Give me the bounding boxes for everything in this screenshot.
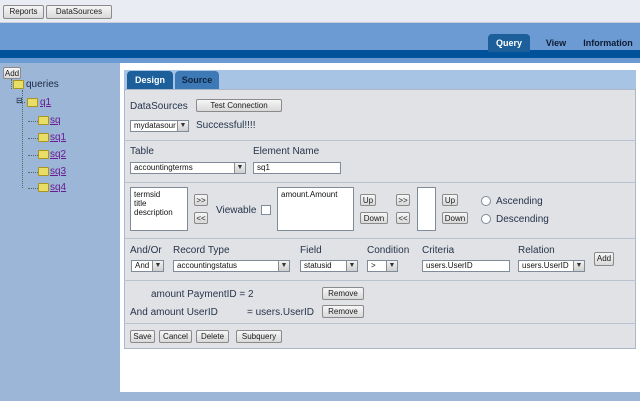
folder-icon: [38, 133, 49, 142]
delete-button[interactable]: Delete: [196, 330, 229, 343]
tree-node-sq2[interactable]: sq2: [50, 149, 66, 160]
element-name-label: Element Name: [253, 146, 320, 157]
cancel-button[interactable]: Cancel: [159, 330, 192, 343]
list-item[interactable]: termsid: [134, 190, 184, 199]
tree-add-button[interactable]: Add: [3, 67, 21, 79]
nav-tab-query[interactable]: Query: [488, 34, 530, 52]
sidebar-tree: [0, 63, 120, 401]
record-type-select[interactable]: accountingstatus ▼: [173, 260, 290, 272]
section-divider: [124, 182, 636, 183]
move-right-button[interactable]: >>: [194, 194, 208, 206]
chevron-down-icon: ▼: [152, 261, 163, 271]
condition-label: Condition: [367, 245, 410, 256]
tree-node-sq[interactable]: sq: [50, 115, 61, 126]
column-up-button[interactable]: Up: [360, 194, 376, 206]
order-right-button[interactable]: >>: [396, 194, 410, 206]
relation-select[interactable]: users.UserID ▼: [518, 260, 585, 272]
nav-tab-information[interactable]: Information: [578, 34, 638, 52]
table-select[interactable]: accountingterms ▼: [130, 162, 246, 174]
chevron-down-icon: ▼: [346, 261, 357, 271]
order-by-list[interactable]: [417, 187, 436, 231]
andor-label: And/Or: [130, 245, 162, 256]
tree-node-queries[interactable]: queries: [26, 79, 59, 90]
andor-select[interactable]: And ▼: [131, 260, 164, 272]
folder-icon: [38, 183, 49, 192]
order-up-button[interactable]: Up: [442, 194, 458, 206]
test-connection-button[interactable]: Test Connection: [196, 99, 282, 112]
chevron-down-icon: ▼: [234, 163, 245, 173]
list-item[interactable]: amount.Amount: [281, 190, 350, 199]
viewable-checkbox[interactable]: [261, 205, 271, 215]
chevron-down-icon: ▼: [573, 261, 584, 271]
criteria-label: Criteria: [422, 245, 455, 256]
tree-line: [28, 188, 38, 189]
datasources-label: DataSources: [130, 101, 188, 112]
subquery-button[interactable]: Subquery: [236, 330, 282, 343]
column-down-button[interactable]: Down: [360, 212, 388, 224]
element-name-input[interactable]: sq1: [253, 162, 341, 174]
tab-design[interactable]: Design: [127, 71, 173, 89]
list-item[interactable]: title: [134, 199, 184, 208]
ascending-label: Ascending: [496, 196, 543, 207]
chevron-down-icon: ▼: [386, 261, 397, 271]
section-divider: [124, 140, 636, 141]
save-button[interactable]: Save: [130, 330, 155, 343]
descending-label: Descending: [496, 214, 549, 225]
criteria-input[interactable]: users.UserID: [422, 260, 510, 272]
add-criteria-button[interactable]: Add: [594, 252, 614, 266]
tree-node-sq3[interactable]: sq3: [50, 166, 66, 177]
collapse-icon[interactable]: ⊟: [16, 96, 23, 105]
order-left-button[interactable]: <<: [396, 212, 410, 224]
record-type-label: Record Type: [173, 245, 230, 256]
tab-source[interactable]: Source: [175, 71, 219, 89]
order-down-button[interactable]: Down: [442, 212, 468, 224]
field-select[interactable]: statusid ▼: [300, 260, 358, 272]
tree-line: [11, 79, 12, 89]
connection-status: Successful!!!!: [196, 120, 256, 131]
remove-condition-button[interactable]: Remove: [322, 287, 364, 300]
descending-radio[interactable]: [481, 214, 491, 224]
section-divider: [124, 323, 636, 324]
move-left-button[interactable]: <<: [194, 212, 208, 224]
tree-line: [28, 121, 38, 122]
section-divider: [124, 280, 636, 281]
tree-line: [28, 138, 38, 139]
chevron-down-icon: ▼: [177, 121, 188, 131]
folder-icon: [38, 167, 49, 176]
tree-node-sq4[interactable]: sq4: [50, 182, 66, 193]
folder-icon: [38, 150, 49, 159]
datasource-select[interactable]: mydatasour ▼: [130, 120, 189, 132]
chevron-down-icon: ▼: [278, 261, 289, 271]
condition-text: amount PaymentID = 2: [151, 289, 254, 300]
reports-button[interactable]: Reports: [3, 5, 44, 19]
nav-tab-view[interactable]: View: [536, 34, 576, 52]
relation-label: Relation: [518, 245, 555, 256]
ascending-radio[interactable]: [481, 196, 491, 206]
table-label: Table: [130, 146, 154, 157]
selected-columns-list[interactable]: amount.Amount: [277, 187, 354, 231]
condition-select[interactable]: > ▼: [367, 260, 398, 272]
condition-text: And amount UserID: [130, 307, 218, 318]
bottom-band: [0, 392, 640, 401]
folder-icon: [38, 116, 49, 125]
folder-icon: [13, 80, 24, 89]
datasources-button[interactable]: DataSources: [46, 5, 112, 19]
list-item[interactable]: description: [134, 208, 184, 217]
remove-condition-button[interactable]: Remove: [322, 305, 364, 318]
section-divider: [124, 238, 636, 239]
tree-line: [28, 155, 38, 156]
tree-line: [28, 172, 38, 173]
available-columns-list[interactable]: termsid title description: [130, 187, 188, 231]
condition-rhs: = users.UserID: [247, 307, 314, 318]
folder-icon: [27, 98, 38, 107]
tree-node-sq1[interactable]: sq1: [50, 132, 66, 143]
field-label: Field: [300, 245, 322, 256]
viewable-label: Viewable: [216, 205, 257, 216]
tree-node-q1[interactable]: q1: [40, 97, 51, 108]
